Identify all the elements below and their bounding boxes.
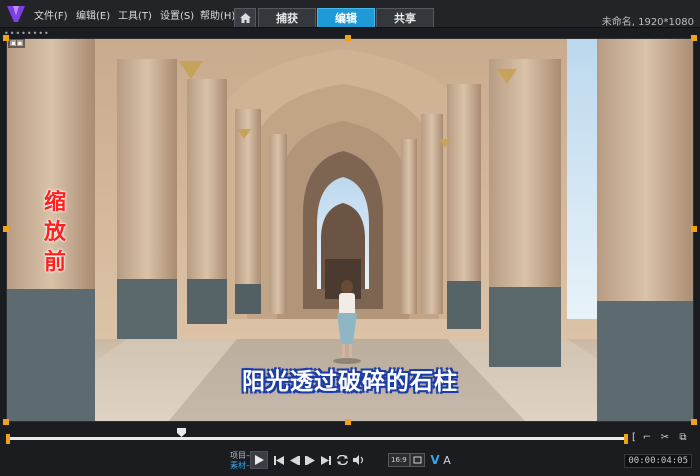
change-resolution-button[interactable] [410,453,425,467]
speaker-icon [352,455,363,465]
crop-handle-bottom[interactable] [345,419,351,425]
crop-handle-top-right[interactable] [691,35,697,41]
playhead-icon[interactable] [177,428,187,437]
step-back-icon [290,455,300,465]
go-to-start-button[interactable] [272,453,286,467]
crop-handle-top[interactable] [345,35,351,41]
tab-capture[interactable]: 捕获 [258,8,316,27]
playback-controls: 项目– 素材– 16:9 V A 00:00:04:05 [0,448,700,476]
overlay-label-before-zoom: 缩放前 [43,190,66,275]
menu-bar: 文件(F) 编辑(E) 工具(T) 设置(S) 帮助(H) 捕获 编辑 共享 未… [0,0,700,28]
crop-handle-bottom-right[interactable] [691,419,697,425]
app-logo-icon [7,6,25,22]
menu-help[interactable]: 帮助(H) [200,7,235,22]
mark-in-icon[interactable]: [ [630,430,638,444]
menu-file[interactable]: 文件(F) [34,7,68,22]
scrubber-bar: [ ⌐ ✂ ⧉ [0,426,700,448]
go-to-end-button[interactable] [319,453,333,467]
play-mode-selector[interactable]: 项目– 素材– [224,451,250,471]
trim-end-marker[interactable] [624,434,628,444]
repeat-button[interactable] [335,453,349,467]
menu-tools[interactable]: 工具(T) [118,7,152,22]
project-info: 未命名, 1920*1080 [601,17,694,28]
mode-clip[interactable]: 素材– [224,461,250,471]
crop-handle-top-left[interactable] [3,35,9,41]
next-frame-button[interactable] [303,453,317,467]
tab-edit[interactable]: 编辑 [317,8,375,27]
cut-icon[interactable]: ✂ [658,430,672,444]
menu-edit[interactable]: 编辑(E) [76,7,110,22]
timecode-display[interactable]: 00:00:04:05 [624,454,692,468]
play-icon [254,455,264,465]
repeat-icon [336,455,348,465]
crop-handle-right[interactable] [691,226,697,232]
text-tool-icon[interactable]: A [440,453,454,467]
mode-project[interactable]: 项目– [224,451,250,461]
crop-handle-bottom-left[interactable] [3,419,9,425]
trim-start-marker[interactable] [6,434,10,444]
snapshot-icon[interactable]: ⧉ [676,430,690,444]
skip-forward-icon [321,455,331,465]
home-icon [239,13,251,23]
scrubber-track[interactable] [8,437,626,440]
crop-icon [413,456,422,464]
preview-grip[interactable]: •••••••• [4,29,50,38]
volume-button[interactable] [351,453,365,467]
camera-mode-icon: ▣▣ [8,38,26,48]
step-forward-icon [305,455,315,465]
home-tab[interactable] [234,8,256,27]
aspect-ratio-select[interactable]: 16:9 [388,453,410,467]
video-editor-window: 文件(F) 编辑(E) 工具(T) 设置(S) 帮助(H) 捕获 编辑 共享 未… [0,0,700,476]
previous-frame-button[interactable] [288,453,302,467]
menu-settings[interactable]: 设置(S) [160,7,194,22]
play-button[interactable] [250,451,268,469]
subtitle-caption[interactable]: 阳光透过破碎的石柱 [0,362,700,396]
crop-handle-left[interactable] [3,226,9,232]
skip-back-icon [274,455,284,465]
tab-share[interactable]: 共享 [376,8,434,27]
split-icon[interactable]: ⌐ [640,430,654,444]
